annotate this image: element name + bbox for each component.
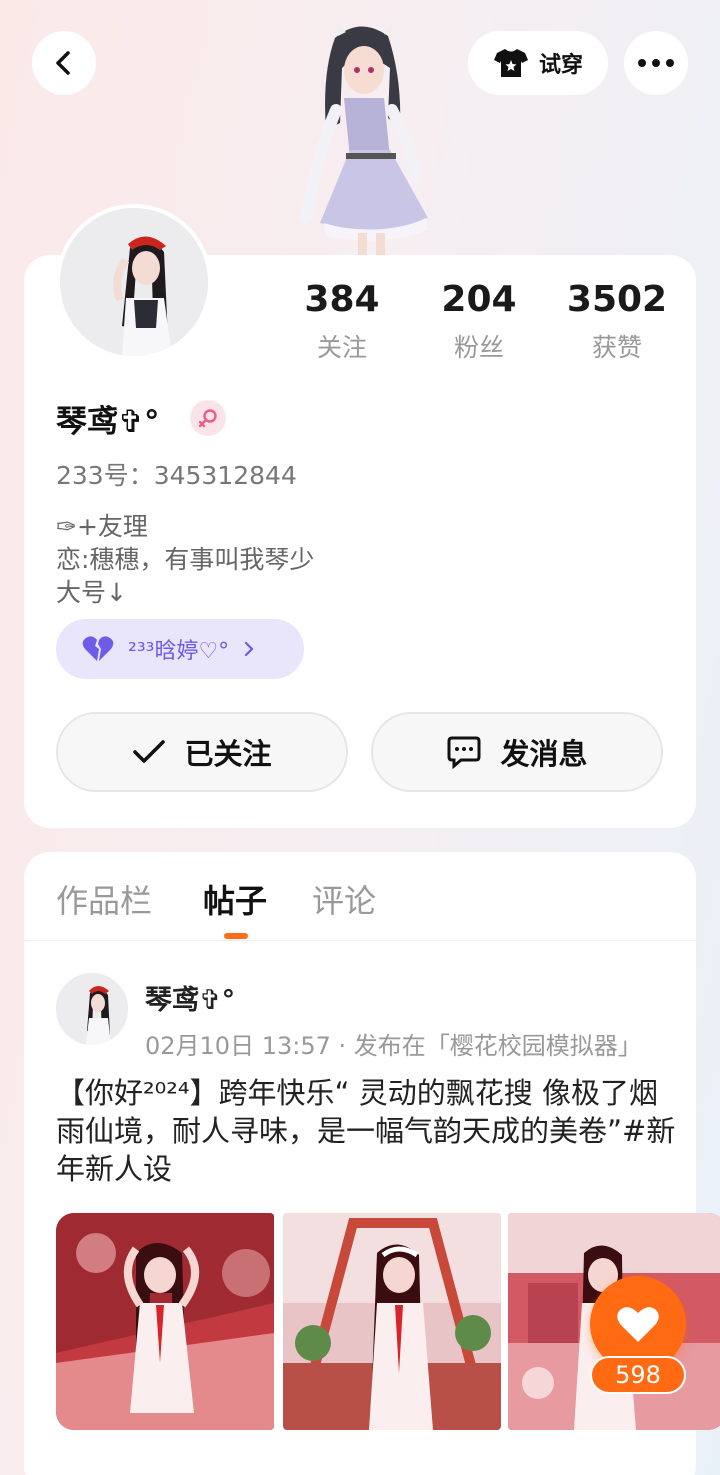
tab-active-indicator — [224, 933, 248, 939]
stat-likes-label: 获赞 — [591, 333, 642, 362]
follow-button[interactable]: 已关注 — [56, 712, 348, 792]
stat-following-value: 384 — [304, 279, 380, 320]
bio-line-1: ✑+友理 — [56, 512, 148, 541]
gender-badge — [190, 400, 226, 436]
bio-line-3: 大号↓ — [56, 578, 127, 607]
shirt-icon — [493, 49, 528, 77]
more-dots-icon — [638, 59, 674, 67]
message-button[interactable]: 发消息 — [371, 712, 663, 792]
stat-followers[interactable]: 204 粉丝 — [409, 280, 549, 364]
message-button-label: 发消息 — [500, 737, 588, 771]
post-image-2[interactable] — [283, 1213, 501, 1430]
post-text[interactable]: 【你好²⁰²⁴】跨年快乐“ 灵动的飘花搜 像极了烟雨仙境，耐人寻味，是一幅气韵天… — [56, 1074, 676, 1188]
relationship-tag[interactable]: ²³³晗婷♡° — [56, 619, 304, 679]
tab-posts[interactable]: 帖子 — [203, 876, 267, 922]
stat-likes[interactable]: 3502 获赞 — [547, 280, 687, 364]
stat-following-label: 关注 — [316, 333, 367, 362]
tabs-divider — [24, 940, 696, 941]
back-button[interactable] — [32, 31, 96, 95]
post-author-name[interactable]: 琴鸢✞° — [145, 978, 235, 1017]
avatar[interactable] — [56, 204, 212, 360]
user-id: 233号：345312844 — [56, 461, 297, 490]
stat-likes-value: 3502 — [566, 279, 668, 320]
heart-icon — [617, 1307, 659, 1342]
try-on-label: 试穿 — [538, 53, 583, 78]
hero-character-image — [280, 18, 440, 258]
tab-works[interactable]: 作品栏 — [56, 876, 152, 922]
try-on-button[interactable]: 试穿 — [468, 31, 608, 95]
chevron-right-icon — [245, 641, 254, 657]
post-image-1[interactable] — [56, 1213, 274, 1430]
broken-heart-icon — [82, 636, 114, 661]
tab-comments[interactable]: 评论 — [312, 876, 376, 922]
post-author-avatar[interactable] — [56, 973, 128, 1045]
chat-bubble-icon — [447, 736, 481, 769]
follow-button-label: 已关注 — [184, 737, 272, 771]
female-icon — [198, 409, 217, 428]
bio-line-2: 恋:穗穗，有事叫我琴少 — [56, 545, 315, 574]
stat-followers-value: 204 — [441, 279, 517, 320]
post-meta: 02月10日 13:57 · 发布在「樱花校园模拟器」 — [145, 1032, 642, 1060]
like-count: 598 — [590, 1356, 686, 1394]
stat-followers-label: 粉丝 — [453, 333, 504, 362]
check-icon — [133, 740, 166, 763]
profile-name: 琴鸢✞° — [56, 404, 160, 440]
chevron-left-icon — [56, 51, 70, 75]
relationship-tag-label: ²³³晗婷♡° — [128, 639, 230, 664]
more-button[interactable] — [624, 31, 688, 95]
stat-following[interactable]: 384 关注 — [272, 280, 412, 364]
